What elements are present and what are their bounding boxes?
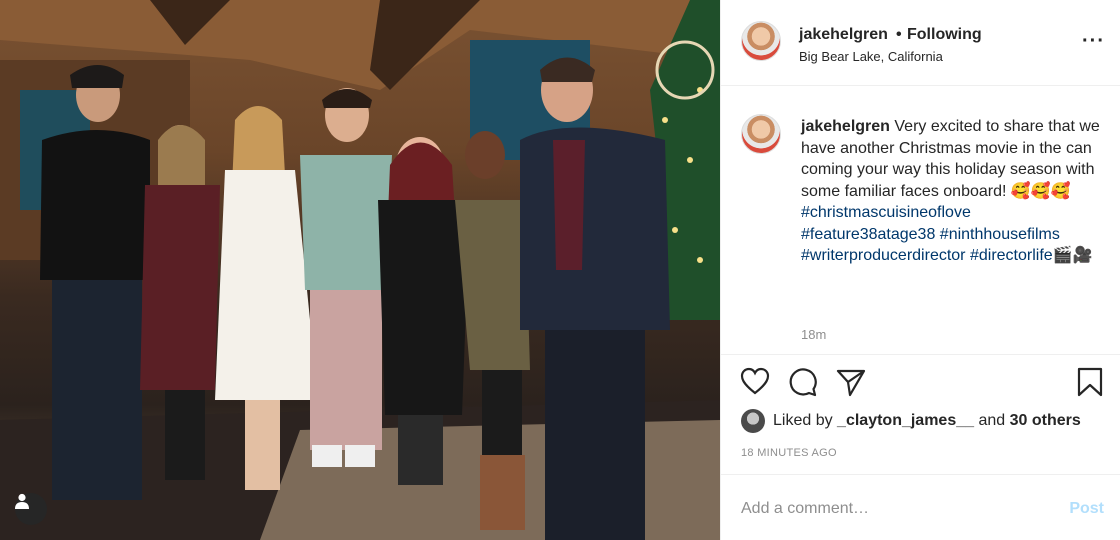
hashtag-link[interactable]: #ninthhousefilms xyxy=(940,226,1060,243)
comment-input[interactable] xyxy=(741,495,1041,523)
hashtag-link[interactable]: #feature38atage38 xyxy=(801,226,935,243)
liker-username-link[interactable]: _clayton_james__ xyxy=(837,412,974,430)
following-button[interactable]: Following xyxy=(907,26,982,44)
comment-box: Post xyxy=(721,474,1120,540)
share-icon[interactable] xyxy=(836,367,866,402)
likes-middle: and xyxy=(978,412,1006,429)
separator-dot: • xyxy=(896,26,902,43)
post-photo[interactable] xyxy=(0,0,720,540)
photo-illustration xyxy=(0,0,720,540)
others-likes-link[interactable]: 30 others xyxy=(1010,412,1081,430)
user-icon xyxy=(15,493,29,509)
heart-icon[interactable] xyxy=(740,367,770,400)
post-actions: Liked by _clayton_james__ and 30 others … xyxy=(721,354,1120,474)
header-username-link[interactable]: jakehelgren xyxy=(799,26,888,44)
caption-avatar[interactable] xyxy=(741,114,781,154)
caption-text: jakehelgren Very excited to share that w… xyxy=(801,116,1101,267)
location-link[interactable]: Big Bear Lake, California xyxy=(799,49,943,64)
hashtag-link[interactable]: #writerproducerdirector xyxy=(801,247,966,264)
caption-emoji: 🎬🎥 xyxy=(1052,247,1093,264)
post-header: jakehelgren • Following Big Bear Lake, C… xyxy=(721,0,1120,86)
likes-summary: Liked by _clayton_james__ and 30 others xyxy=(741,409,1081,433)
post-timestamp[interactable]: 18 MINUTES AGO xyxy=(741,447,837,459)
liker-avatar[interactable] xyxy=(741,409,765,433)
more-options-icon[interactable]: ··· xyxy=(1082,30,1105,53)
post-comment-button[interactable]: Post xyxy=(1069,500,1104,518)
post-side-panel: jakehelgren • Following Big Bear Lake, C… xyxy=(720,0,1120,540)
avatar[interactable] xyxy=(741,21,781,61)
hashtag-link[interactable]: #christmascuisineoflove xyxy=(801,204,971,221)
likes-prefix: Liked by xyxy=(773,412,833,429)
hashtag-link[interactable]: #directorlife xyxy=(970,247,1053,264)
post-caption: jakehelgren Very excited to share that w… xyxy=(721,86,1120,354)
caption-username-link[interactable]: jakehelgren xyxy=(801,118,890,135)
bookmark-icon[interactable] xyxy=(1077,367,1103,402)
caption-time[interactable]: 18m xyxy=(801,327,826,342)
comment-icon[interactable] xyxy=(788,367,818,402)
user-tags-button[interactable] xyxy=(15,493,47,525)
